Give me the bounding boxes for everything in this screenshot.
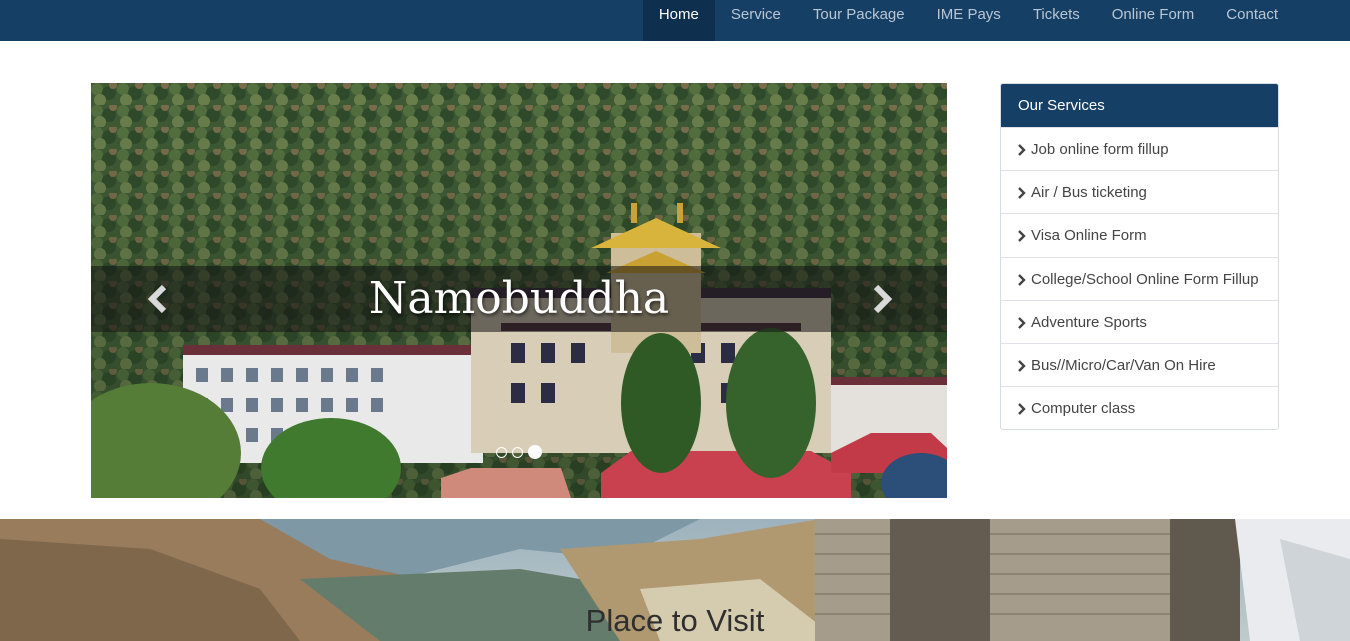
section-title: Place to Visit (585, 603, 765, 638)
carousel-indicator-2[interactable] (512, 446, 523, 458)
carousel-indicator-3[interactable] (528, 445, 542, 459)
services-panel: Our Services Job online form fillup Air … (1000, 83, 1279, 430)
carousel-indicator-1[interactable] (496, 446, 507, 458)
nav-item-tour-package[interactable]: Tour Package (797, 0, 921, 41)
service-item-computer-class[interactable]: Computer class (1001, 386, 1278, 429)
service-item-label: Air / Bus ticketing (1031, 184, 1147, 202)
service-item-college-school-form[interactable]: College/School Online Form Fillup (1001, 256, 1278, 300)
chevron-right-icon (873, 284, 893, 314)
nav-item-service[interactable]: Service (715, 0, 797, 41)
service-item-label: Visa Online Form (1031, 227, 1147, 245)
service-item-air-bus-ticketing[interactable]: Air / Bus ticketing (1001, 170, 1278, 213)
nav-item-home[interactable]: Home (642, 0, 715, 41)
service-item-label: College/School Online Form Fillup (1031, 270, 1259, 288)
image-carousel[interactable]: Namobuddha (91, 83, 947, 498)
service-item-visa-online-form[interactable]: Visa Online Form (1001, 213, 1278, 256)
carousel-prev-button[interactable] (139, 279, 179, 319)
chevron-right-icon (1018, 230, 1026, 243)
service-item-label: Adventure Sports (1031, 313, 1147, 331)
nav-item-contact[interactable]: Contact (1210, 0, 1294, 41)
chevron-right-icon (1018, 273, 1026, 286)
service-item-label: Computer class (1031, 400, 1136, 418)
carousel-indicators (496, 445, 542, 459)
nav-item-online-form[interactable]: Online Form (1096, 0, 1211, 41)
top-navbar: Home Service Tour Package IME Pays Ticke… (0, 0, 1350, 41)
service-item-adventure-sports[interactable]: Adventure Sports (1001, 299, 1278, 343)
nav-item-ime-pays[interactable]: IME Pays (921, 0, 1017, 41)
chevron-right-icon (1018, 403, 1026, 415)
place-to-visit-banner: Place to Visit (0, 519, 1350, 641)
chevron-right-icon (1018, 360, 1026, 372)
service-item-label: Bus//Micro/Car/Van On Hire (1031, 356, 1216, 374)
service-item-vehicle-hire[interactable]: Bus//Micro/Car/Van On Hire (1001, 342, 1278, 386)
carousel-caption: Namobuddha (368, 273, 670, 324)
services-panel-title: Our Services (1001, 84, 1278, 127)
service-item-label: Job online form fillup (1031, 141, 1169, 158)
chevron-left-icon (147, 284, 167, 314)
carousel-next-button[interactable] (861, 279, 901, 319)
chevron-right-icon (1018, 316, 1026, 329)
chevron-right-icon (1018, 144, 1026, 156)
chevron-right-icon (1018, 187, 1026, 200)
service-item-job-online-form[interactable]: Job online form fillup (1001, 127, 1278, 170)
nav-menu: Home Service Tour Package IME Pays Ticke… (642, 0, 1294, 41)
nav-item-tickets[interactable]: Tickets (1017, 0, 1096, 41)
